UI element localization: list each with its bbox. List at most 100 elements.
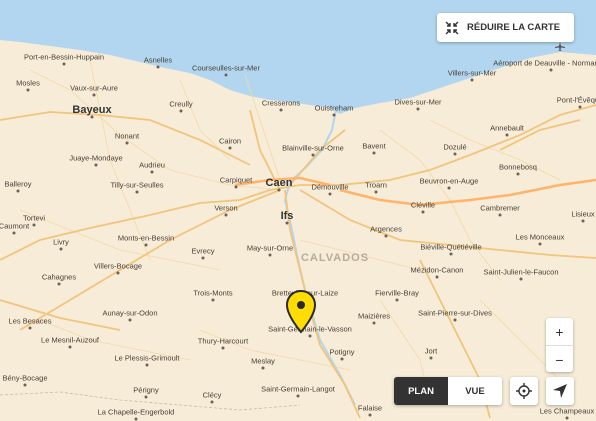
place-label: Cairon [218,136,242,146]
place-dot [429,356,433,360]
place-dot [470,78,474,82]
place-label: Caen [265,177,293,189]
place-label: Ifs [280,210,294,222]
place-label: Aunay-sur-Odon [102,308,158,318]
place-label: Port-en-Bessin-Huppain [23,52,105,62]
place-dot [12,231,16,235]
plan-button[interactable]: PLAN [394,377,448,405]
reduce-map-button[interactable]: RÉDUIRE LA CARTE [437,13,574,42]
place-label: Balleroy [4,179,32,189]
place-dot [368,413,372,417]
place-dot [447,186,451,190]
place-label: Jort [424,346,438,356]
place-dot [372,151,376,155]
crosshair-icon [516,383,532,399]
vue-button[interactable]: VUE [448,377,502,405]
place-dot [32,223,36,227]
place-dot [578,105,582,109]
place-dot [179,109,183,113]
place-label: Dozulé [443,142,467,152]
place-dot [516,172,520,176]
place-label: Audrieu [139,160,165,170]
place-dot [435,275,439,279]
place-label: Verson [214,203,238,213]
zoom-out-button[interactable]: − [546,346,573,373]
place-dot [224,73,228,77]
place-label: Tilly-sur-Seulles [110,180,164,190]
place-dot [228,146,232,150]
place-dot [285,221,289,225]
place-dot [421,210,425,214]
place-label: Trois-Monts [193,288,233,298]
place-label: Villers-Bocage [93,261,143,271]
place-dot [372,321,376,325]
place-label: Périgny [133,385,159,395]
place-dot [279,108,283,112]
place-label: Les Monceaux [515,232,565,242]
place-dot [135,190,139,194]
place-label: Cléville [410,200,436,210]
place-dot [144,243,148,247]
place-label: Evrecy [191,246,215,256]
place-dot [201,256,205,260]
place-label: Vaux-sur-Aure [70,83,118,93]
place-dot [340,357,344,361]
place-label: Annebault [490,123,524,133]
place-label: Villers-sur-Mer [447,68,497,78]
place-label: Clécy [202,390,222,400]
place-label: Mézidon-Canon [410,265,464,275]
map-type-toggle: PLAN VUE [394,377,502,405]
place-label: Meslay [251,356,275,366]
place-label: Creully [169,99,193,109]
place-label: Fierville-Bray [375,288,419,298]
place-label: Saint-Julien-le-Faucon [483,267,559,277]
place-label: Potigny [329,347,355,357]
place-dot [453,152,457,156]
place-label: Bonnebosq [499,162,537,172]
place-label: Thury-Harcourt [197,336,249,346]
place-label: Falaise [357,403,383,413]
place-label: Les Besaces [8,316,52,326]
place-label: Le Mesnil-Auzouf [41,335,99,345]
place-label: Asnelles [143,55,173,65]
place-label: Caumont [0,221,30,231]
place-dot [549,68,553,72]
place-dot [116,271,120,275]
place-dot [453,318,457,322]
place-dot [308,334,312,338]
place-dot [57,282,61,286]
place-dot [296,394,300,398]
place-dot [565,416,569,420]
place-dot [211,298,215,302]
place-label: Pont-l'Évêque [556,95,596,105]
place-label: Carpiquet [219,175,253,185]
zoom-in-button[interactable]: + [546,318,573,346]
place-dot [395,298,399,302]
place-dot [332,113,336,117]
place-label: Nonant [114,131,140,141]
locate-me-button[interactable] [510,377,538,405]
navigate-button[interactable] [546,377,574,405]
place-dot [26,88,30,92]
place-dot [125,141,129,145]
place-dot [416,107,420,111]
place-label: Démouville [311,182,349,192]
place-label: Lisieux [571,209,595,219]
navigation-arrow-icon [553,384,567,398]
zoom-control: + − [546,318,573,372]
place-label: Cresserons [261,98,301,108]
place-label: Bény-Bocage [2,373,48,383]
place-dot [94,163,98,167]
place-label: Saint-Germain-Langot [261,384,335,394]
reduce-map-label: RÉDUIRE LA CARTE [467,22,561,33]
place-dot [90,115,94,119]
place-dot [234,185,238,189]
place-dot [145,363,149,367]
place-label: Mosles [16,78,40,88]
place-dot [224,213,228,217]
place-dot [519,277,523,281]
location-pin-icon[interactable] [286,290,316,334]
place-dot [505,133,509,137]
place-dot [150,170,154,174]
collapse-arrows-icon [437,21,467,35]
